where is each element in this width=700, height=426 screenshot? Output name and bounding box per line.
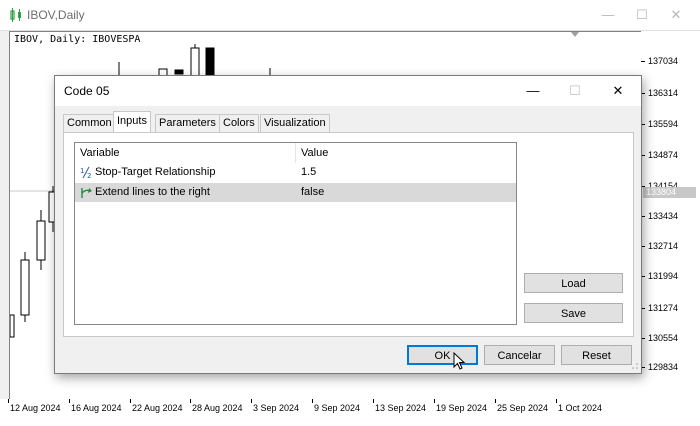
main-window-titlebar: IBOV,Daily — ☐ ✕ (0, 0, 700, 31)
ok-button[interactable]: OK (407, 345, 478, 365)
dialog-minimize-icon[interactable]: — (518, 79, 548, 103)
time-tick: 28 Aug 2024 (190, 399, 243, 413)
price-axis: 137034 136314 135594 134874 134154 13343… (641, 31, 700, 401)
code-dialog: Code 05 — ☐ ✕ Common Inputs Parameters C… (54, 75, 642, 374)
minimize-icon[interactable]: — (594, 4, 622, 26)
dialog-title: Code 05 (64, 84, 110, 98)
tab-common[interactable]: Common (63, 114, 116, 132)
boolean-arrow-icon (81, 188, 92, 198)
mouse-cursor-icon (453, 352, 466, 370)
time-tick: 13 Sep 2024 (372, 399, 427, 413)
current-price-badge: 133804 (643, 187, 696, 198)
time-tick: 16 Aug 2024 (69, 399, 122, 413)
close-icon[interactable]: ✕ (662, 4, 690, 26)
inputs-grid: Variable Value 1 2 Stop-Target Relations… (74, 142, 517, 325)
time-axis: 12 Aug 2024 16 Aug 2024 22 Aug 2024 28 A… (0, 399, 700, 426)
input-row[interactable]: 1 2 Stop-Target Relationship 1.5 (75, 163, 516, 182)
candle (205, 47, 215, 77)
save-button[interactable]: Save (524, 303, 623, 323)
candle (174, 69, 184, 75)
column-header-value[interactable]: Value (296, 143, 516, 163)
time-tick: 3 Sep 2024 (250, 399, 300, 413)
cancel-button[interactable]: Cancelar (484, 345, 555, 365)
time-tick: 12 Aug 2024 (8, 399, 61, 413)
time-tick: 19 Sep 2024 (433, 399, 488, 413)
candle (10, 314, 15, 338)
candle (20, 259, 30, 316)
candle (190, 47, 200, 77)
tab-colors[interactable]: Colors (219, 114, 259, 132)
resize-grip-icon[interactable] (630, 361, 639, 370)
svg-text:2: 2 (87, 172, 91, 179)
inputs-panel: Variable Value 1 2 Stop-Target Relations… (63, 132, 634, 337)
time-tick: 25 Sep 2024 (494, 399, 549, 413)
time-tick: 22 Aug 2024 (130, 399, 183, 413)
main-window-title: IBOV,Daily (27, 8, 85, 22)
input-row[interactable]: Extend lines to the right false (75, 183, 516, 202)
time-tick: 1 Oct 2024 (555, 399, 603, 413)
fraction-icon: 1 2 (80, 166, 91, 179)
candlestick-app-icon (10, 8, 21, 22)
tab-inputs[interactable]: Inputs (113, 111, 151, 133)
chart-shift-marker (571, 32, 579, 37)
load-button[interactable]: Load (524, 273, 623, 293)
dialog-titlebar[interactable]: Code 05 — ☐ ✕ (55, 76, 641, 106)
tab-parameters[interactable]: Parameters (155, 114, 220, 132)
chart-symbol-label: IBOV, Daily: IBOVESPA (14, 34, 141, 45)
input-value[interactable]: 1.5 (301, 163, 316, 182)
input-variable-name: Stop-Target Relationship (95, 166, 216, 178)
reset-button[interactable]: Reset (561, 345, 632, 365)
dialog-maximize-icon[interactable]: ☐ (560, 79, 590, 103)
tab-visualization[interactable]: Visualization (260, 114, 330, 132)
svg-text:1: 1 (80, 167, 84, 175)
maximize-icon[interactable]: ☐ (628, 4, 656, 26)
candle (36, 220, 46, 261)
column-header-variable[interactable]: Variable (75, 143, 296, 163)
time-tick: 9 Sep 2024 (311, 399, 361, 413)
input-variable-name: Extend lines to the right (95, 186, 210, 198)
input-value[interactable]: false (301, 183, 324, 202)
dialog-close-icon[interactable]: ✕ (603, 79, 633, 103)
